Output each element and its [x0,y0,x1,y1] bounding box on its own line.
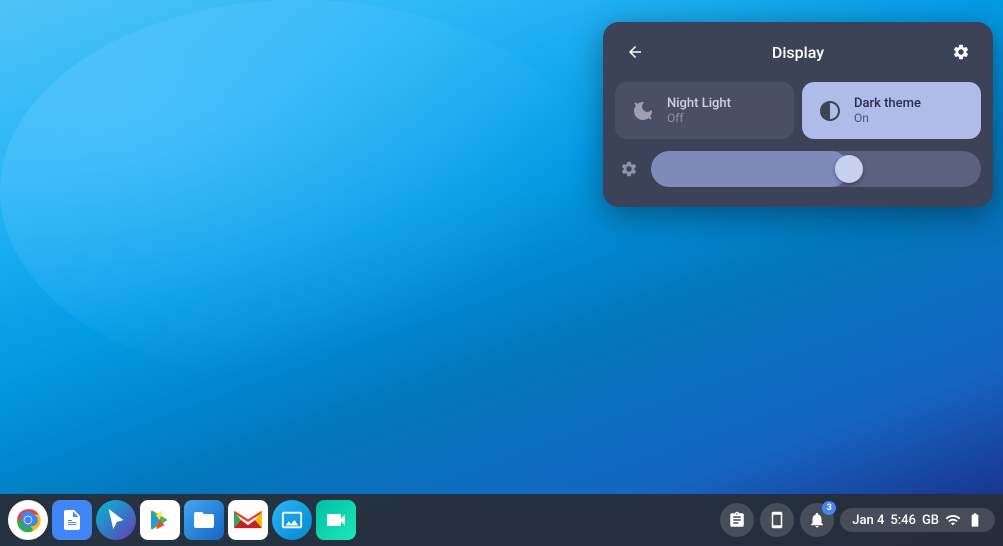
tray-storage: GB [922,513,939,528]
dark-theme-icon [816,97,844,125]
app-play-store[interactable] [140,500,180,540]
dark-theme-tile[interactable]: Dark theme On [802,82,981,139]
battery-icon [967,512,983,528]
night-light-icon [629,97,657,125]
brightness-icon [615,155,643,183]
display-panel: Display Night Light Off [603,22,993,207]
night-light-text: Night Light Off [667,96,731,125]
panel-header: Display [603,22,993,82]
app-chrome[interactable] [8,500,48,540]
dark-theme-label: Dark theme [854,96,921,111]
app-gmail[interactable] [228,500,268,540]
panel-settings-button[interactable] [945,36,977,68]
app-meet[interactable] [316,500,356,540]
notification-badge: 3 [822,501,836,515]
night-light-sublabel: Off [667,111,731,125]
back-button[interactable] [619,36,651,68]
slider-thumb[interactable] [835,155,863,183]
brightness-slider-row [603,151,993,187]
panel-title: Display [772,43,824,62]
wifi-icon [945,512,961,528]
tray-time: 5:46 [890,513,916,528]
dark-theme-text: Dark theme On [854,96,921,125]
panel-tiles: Night Light Off Dark theme On [603,82,993,151]
app-cursor[interactable] [96,500,136,540]
app-docs[interactable] [52,500,92,540]
brightness-slider[interactable] [651,151,981,187]
desktop: Display Night Light Off [0,0,1003,546]
taskbar-right: 3 Jan 4 5:46 GB [720,503,995,537]
clipboard-button[interactable] [720,503,754,537]
night-light-label: Night Light [667,96,731,111]
taskbar: 3 Jan 4 5:46 GB [0,494,1003,546]
taskbar-apps [8,500,356,540]
night-light-tile[interactable]: Night Light Off [615,82,794,139]
app-files[interactable] [184,500,224,540]
system-tray[interactable]: Jan 4 5:46 GB [840,508,995,532]
tray-date: Jan 4 [852,513,884,528]
notification-button[interactable]: 3 [800,503,834,537]
app-photos[interactable] [272,500,312,540]
slider-fill [651,151,849,187]
dark-theme-sublabel: On [854,111,921,125]
phone-button[interactable] [760,503,794,537]
